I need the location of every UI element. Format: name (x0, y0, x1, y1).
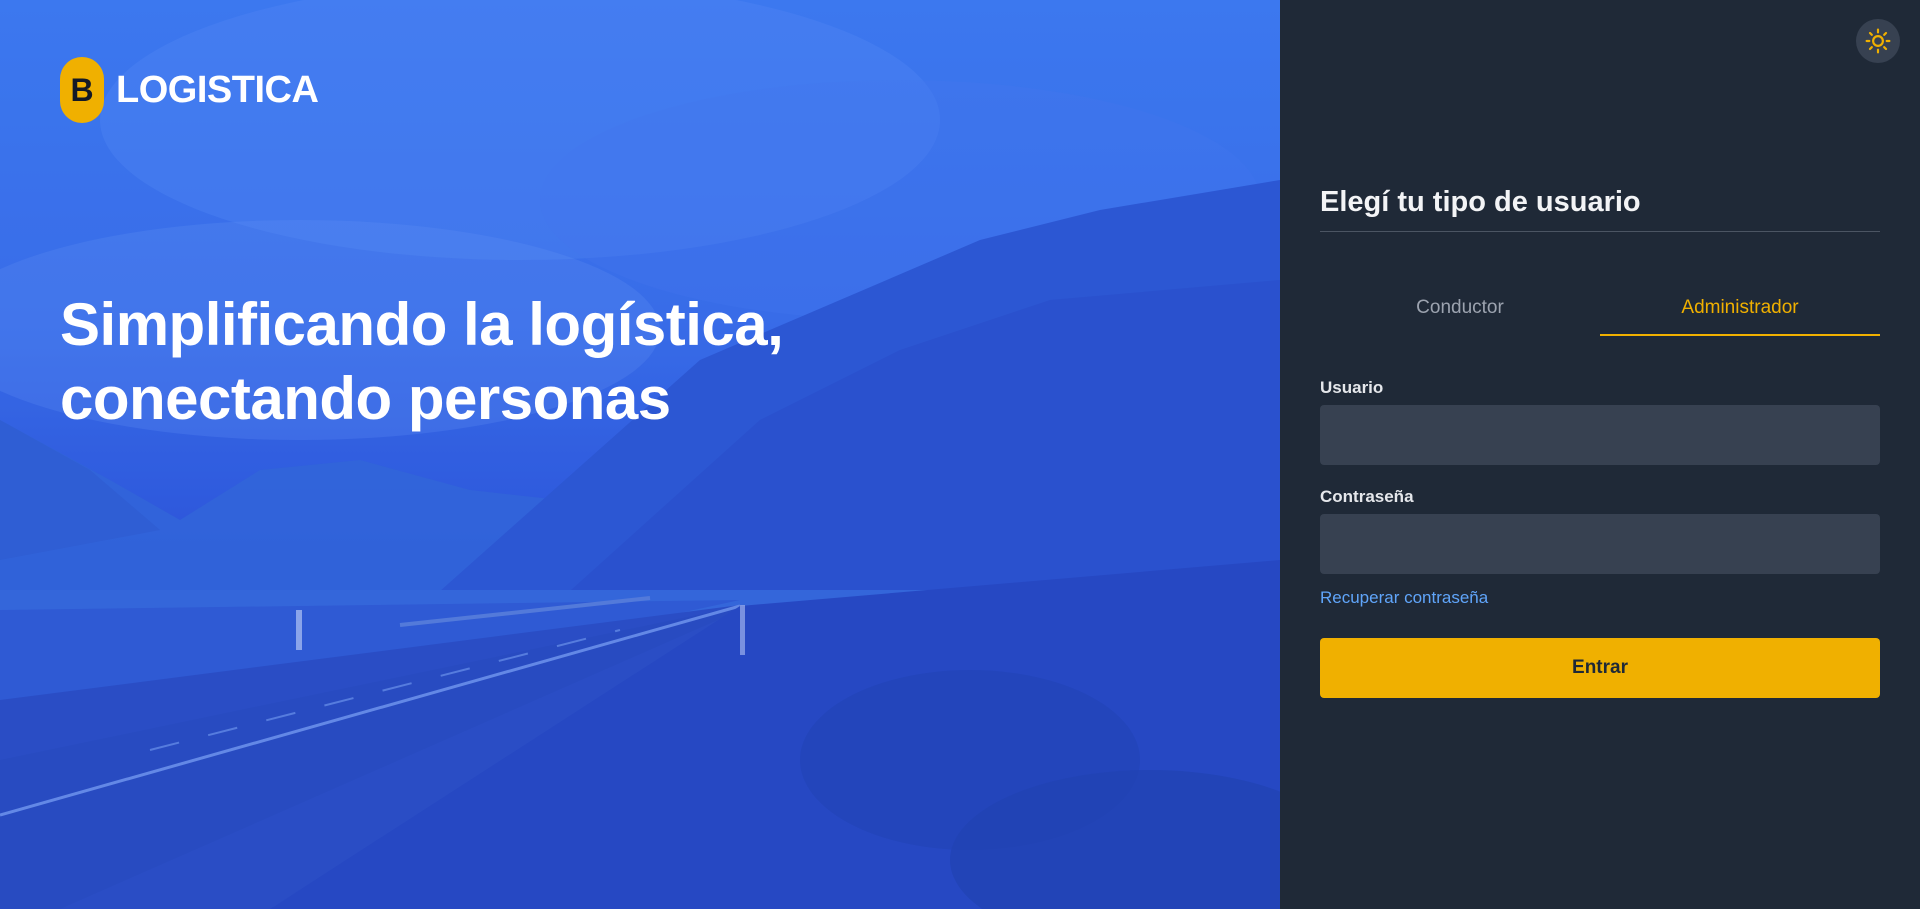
form-title: Elegí tu tipo de usuario (1320, 186, 1880, 232)
brand-mark-icon: B (60, 57, 104, 123)
submit-button[interactable]: Entrar (1320, 638, 1880, 698)
login-panel: Elegí tu tipo de usuario Conductor Admin… (1280, 0, 1920, 909)
tab-conductor[interactable]: Conductor (1320, 282, 1600, 336)
recover-password-link[interactable]: Recuperar contraseña (1320, 588, 1488, 608)
theme-toggle-button[interactable] (1856, 19, 1900, 63)
tab-administrador[interactable]: Administrador (1600, 282, 1880, 336)
hero-headline-line-1: Simplificando la logística, (60, 291, 784, 358)
sun-icon (1865, 28, 1891, 54)
login-form: Elegí tu tipo de usuario Conductor Admin… (1320, 186, 1880, 698)
username-input[interactable] (1320, 405, 1880, 465)
brand-logo[interactable]: B LOGISTICA (60, 57, 319, 123)
password-label: Contraseña (1320, 487, 1414, 506)
username-label: Usuario (1320, 378, 1384, 397)
hero-headline: Simplificando la logística, conectando p… (60, 288, 960, 436)
hero-section: B LOGISTICA Simplificando la logística, … (0, 0, 1280, 909)
login-page: B LOGISTICA Simplificando la logística, … (0, 0, 1920, 909)
hero-landscape-image (0, 0, 1280, 909)
hero-headline-line-2: conectando personas (60, 365, 671, 432)
brand-name: LOGISTICA (116, 68, 319, 111)
password-input[interactable] (1320, 514, 1880, 574)
user-type-tabs: Conductor Administrador (1320, 282, 1880, 336)
